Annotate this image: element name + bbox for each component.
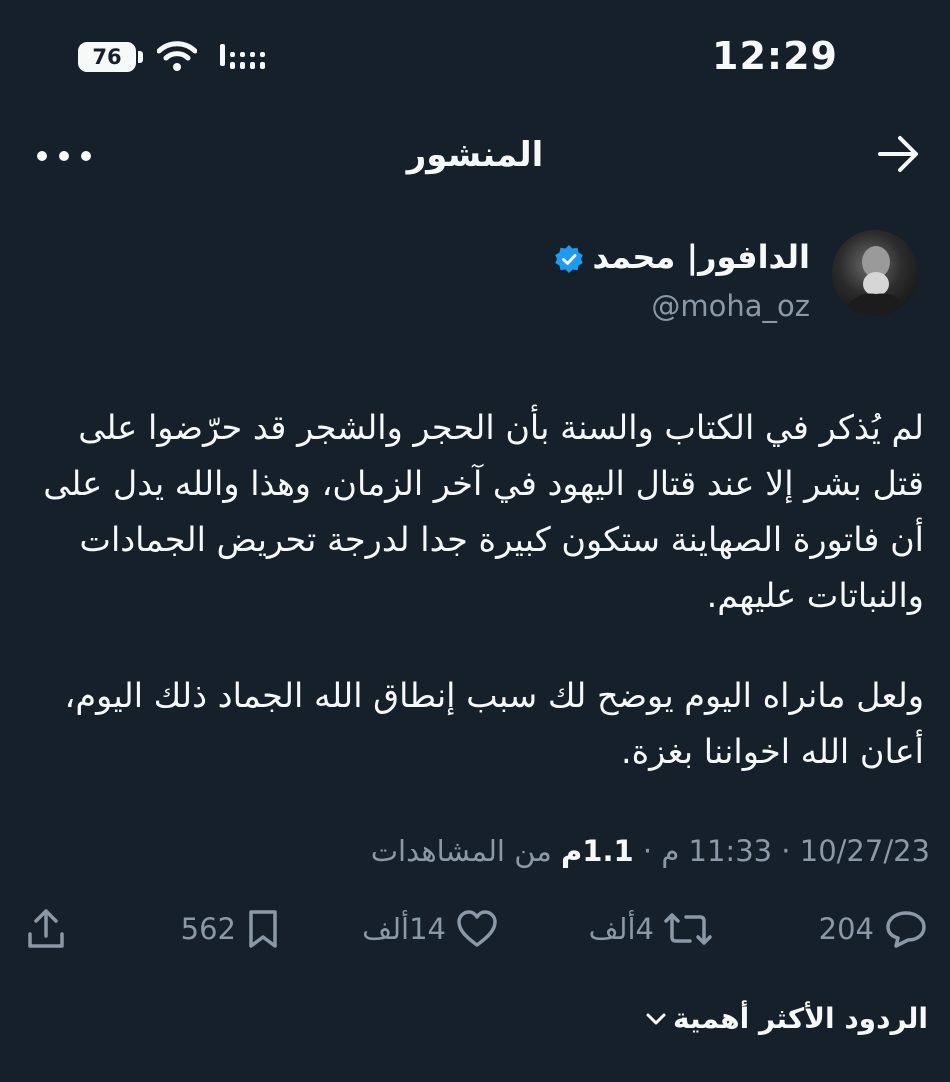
retweet-icon — [664, 913, 712, 945]
share-icon — [28, 909, 64, 948]
like-button[interactable]: 14ألف — [362, 906, 498, 952]
chevron-down-icon — [646, 1013, 666, 1024]
tweet-date: 10/27/23 — [799, 834, 930, 868]
verified-badge-icon — [555, 245, 583, 273]
battery-icon: 76 — [78, 42, 136, 72]
views-label: من المشاهدات — [370, 834, 552, 868]
signal-icon — [220, 44, 265, 69]
battery-cap — [138, 51, 143, 63]
battery-level: 76 — [92, 45, 122, 69]
author-handle[interactable]: @moha_oz — [651, 289, 810, 323]
retweet-button[interactable]: 4ألف — [589, 906, 712, 952]
views-count: 1.1م — [561, 834, 634, 868]
wifi-icon — [157, 41, 197, 71]
status-time: 12:29 — [712, 34, 838, 78]
tweet-paragraph: ولعل مانراه اليوم يوضح لك سبب إنطاق الله… — [64, 676, 924, 771]
tweet-text: لم يُذكر في الكتاب والسنة بأن الحجر والش… — [28, 400, 924, 780]
bookmark-button[interactable]: 562 — [181, 906, 280, 952]
tweet-time: 11:33 م — [661, 834, 773, 868]
replies-sort-dropdown[interactable]: الردود الأكثر أهمية — [645, 1002, 928, 1035]
bookmark-icon — [249, 910, 277, 948]
avatar[interactable] — [832, 230, 918, 316]
retweet-count: 4ألف — [588, 912, 654, 946]
back-arrow-icon[interactable] — [876, 134, 922, 174]
bookmark-count: 562 — [180, 912, 236, 946]
reply-count: 204 — [818, 912, 874, 946]
tweet-paragraph: لم يُذكر في الكتاب والسنة بأن الحجر والش… — [43, 408, 924, 615]
reply-icon — [886, 911, 926, 948]
like-icon — [457, 910, 497, 947]
page-title: المنشور — [406, 135, 544, 175]
tweet-meta: 10/27/23 · 11:33 م · 1.1م من المشاهدات — [370, 834, 930, 868]
author-name[interactable]: الدافور| محمد — [592, 238, 810, 276]
like-count: 14ألف — [362, 912, 446, 946]
share-button[interactable] — [26, 906, 66, 952]
avatar-image — [842, 246, 910, 316]
replies-sort-label: الردود الأكثر أهمية — [673, 1002, 928, 1035]
reply-button[interactable]: 204 — [819, 906, 928, 952]
